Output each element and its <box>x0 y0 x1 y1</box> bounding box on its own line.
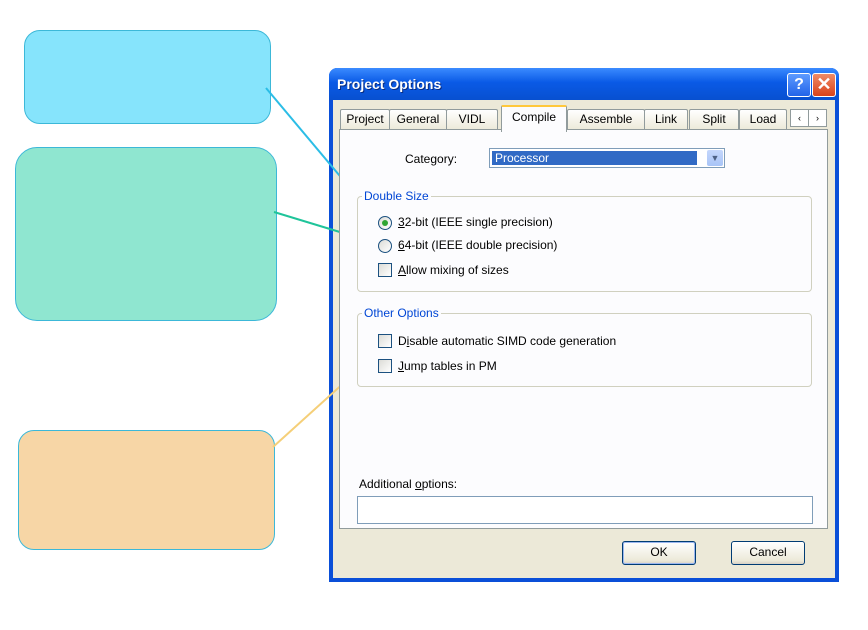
additional-options-label: Additional options: <box>359 477 458 491</box>
allow-mixing-label: Allow mixing of sizes <box>398 263 509 277</box>
radio-32-bit-label: 32-bit (IEEE single precision) <box>398 215 553 229</box>
double-size-legend: Double Size <box>362 189 431 203</box>
additional-options-input[interactable] <box>357 496 813 524</box>
category-value: Processor <box>492 151 697 165</box>
jump-tables-checkbox[interactable] <box>378 359 392 373</box>
chevron-down-icon[interactable]: ▼ <box>707 150 723 166</box>
radio-64-bit[interactable] <box>378 239 392 253</box>
other-options-legend: Other Options <box>362 306 441 320</box>
disable-simd-label: Disable automatic SIMD code generation <box>398 334 617 348</box>
project-options-dialog: Project Options ? ✕ Project General VIDL… <box>329 68 839 582</box>
double-size-group: Double Size 32-bit (IEEE single precisio… <box>357 189 812 292</box>
jump-tables-label: Jump tables in PM <box>398 359 497 373</box>
tab-compile[interactable]: Compile <box>501 105 567 132</box>
cancel-button[interactable]: Cancel <box>731 541 805 565</box>
radio-64-bit-label: 64-bit (IEEE double precision) <box>398 238 558 252</box>
ok-button[interactable]: OK <box>622 541 696 565</box>
other-options-group: Other Options Disable automatic SIMD cod… <box>357 306 812 387</box>
radio-32-bit[interactable] <box>378 216 392 230</box>
disable-simd-checkbox[interactable] <box>378 334 392 348</box>
dialog-body: Project General VIDL Compile Assemble Li… <box>333 100 835 578</box>
allow-mixing-checkbox[interactable] <box>378 263 392 277</box>
category-label: Category: <box>405 152 458 166</box>
category-select[interactable]: Processor ▼ <box>489 148 725 168</box>
